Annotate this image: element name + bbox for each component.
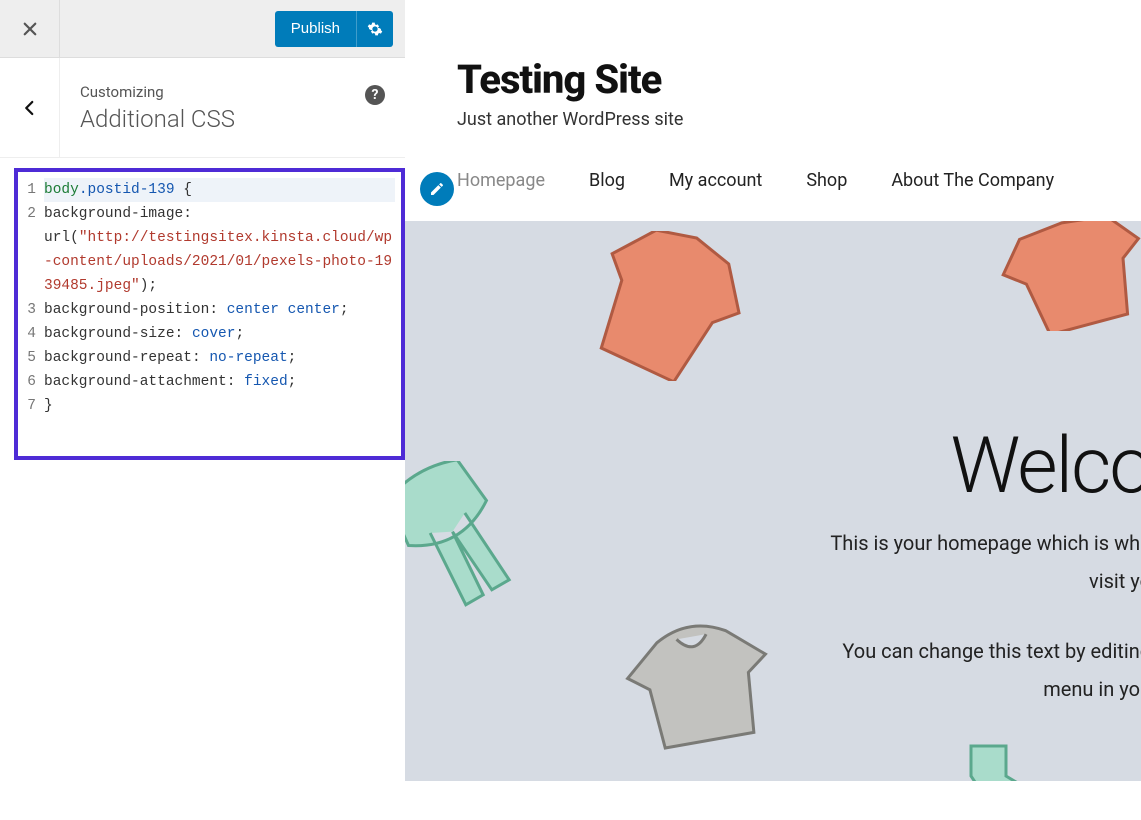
- site-preview: Testing Site Just another WordPress site…: [405, 0, 1141, 820]
- code-line[interactable]: background-repeat: no-repeat;: [44, 346, 395, 370]
- customizer-sidebar: Publish Customizing Additional CSS ? 123…: [0, 0, 405, 820]
- code-line[interactable]: background-attachment: fixed;: [44, 370, 395, 394]
- code-line[interactable]: }: [44, 394, 395, 418]
- publish-button[interactable]: Publish: [275, 11, 393, 47]
- hero-text-2: visit yo: [1089, 569, 1141, 593]
- code-line[interactable]: background-image: url("http://testingsit…: [44, 202, 395, 298]
- code-line[interactable]: background-position: center center;: [44, 298, 395, 322]
- code-line[interactable]: body.postid-139 {: [44, 178, 395, 202]
- css-editor[interactable]: 1234567 body.postid-139 {background-imag…: [14, 168, 405, 460]
- chevron-left-icon: [21, 99, 39, 117]
- back-button[interactable]: [0, 58, 60, 157]
- illustration-sock: [951, 741, 1041, 781]
- site-tagline: Just another WordPress site: [457, 109, 1141, 130]
- illustration-shirt: [585, 231, 745, 381]
- hero-section: Welco This is your homepage which is wha…: [405, 221, 1141, 781]
- pencil-icon: [429, 181, 445, 197]
- illustration-hoodie: [615, 621, 785, 751]
- help-button[interactable]: ?: [365, 85, 385, 105]
- hero-heading: Welco: [950, 421, 1141, 512]
- hero-text-4: menu in you: [1043, 677, 1141, 701]
- hero-text-1: This is your homepage which is wha: [830, 531, 1141, 555]
- code-line[interactable]: background-size: cover;: [44, 322, 395, 346]
- nav-link[interactable]: Blog: [589, 170, 625, 191]
- gear-icon: [367, 21, 383, 37]
- nav-link[interactable]: Shop: [806, 170, 847, 191]
- illustration-pants: [405, 461, 515, 611]
- site-header: Testing Site Just another WordPress site: [405, 0, 1141, 130]
- nav-link[interactable]: My account: [669, 170, 762, 191]
- close-icon: [21, 20, 39, 38]
- nav-link[interactable]: About The Company: [891, 170, 1054, 191]
- site-title[interactable]: Testing Site: [457, 56, 1141, 103]
- nav-link[interactable]: Homepage: [457, 170, 545, 191]
- customizing-label: Customizing: [80, 83, 395, 101]
- customizer-topbar: Publish: [0, 0, 405, 58]
- hero-text-3: You can change this text by editing: [842, 639, 1141, 663]
- code-lines[interactable]: body.postid-139 {background-image: url("…: [38, 172, 401, 456]
- publish-settings-button[interactable]: [356, 11, 393, 47]
- section-header: Customizing Additional CSS ?: [0, 58, 405, 158]
- close-button[interactable]: [0, 0, 60, 57]
- primary-nav: Homepage Blog My account Shop About The Comp…: [405, 130, 1141, 221]
- line-gutter: 1234567: [18, 172, 38, 456]
- publish-label: Publish: [275, 20, 356, 37]
- illustration-shirt-2: [1001, 221, 1141, 331]
- section-title: Additional CSS: [80, 105, 395, 133]
- edit-shortcut-button[interactable]: [420, 172, 454, 206]
